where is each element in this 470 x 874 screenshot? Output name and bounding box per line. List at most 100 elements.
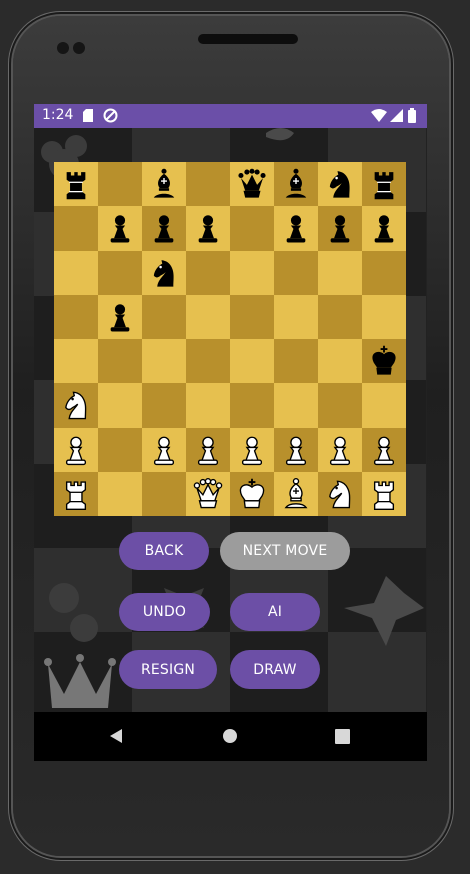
board-square[interactable] [362,339,406,384]
white-rook-icon [65,481,87,510]
board-square[interactable] [186,162,230,207]
wifi-icon [371,109,387,122]
resign-button[interactable]: RESIGN [119,650,217,689]
board-square[interactable] [54,206,98,251]
board-square[interactable] [362,294,406,339]
home-nav-icon[interactable] [222,728,238,744]
board-square[interactable] [54,427,98,472]
board-square[interactable] [274,471,318,516]
board-square[interactable] [362,250,406,295]
board-square[interactable] [142,339,186,384]
black-bishop-icon [153,168,175,198]
board-square[interactable] [186,339,230,384]
white-pawn-icon [65,436,87,465]
board-square[interactable] [98,206,142,251]
camera-dot [57,42,69,54]
board-square[interactable] [318,162,362,207]
board-square[interactable] [230,162,274,207]
board-square[interactable] [54,250,98,295]
back-button[interactable]: BACK [119,532,209,570]
board-square[interactable] [274,294,318,339]
status-time: 1:24 [42,107,74,123]
black-pawn-icon [154,215,174,243]
board-square[interactable] [318,383,362,428]
back-nav-icon[interactable] [108,728,124,744]
board-square[interactable] [318,250,362,295]
white-knight-icon [65,391,87,420]
board-square[interactable] [274,383,318,428]
draw-button[interactable]: DRAW [230,650,320,689]
board-square[interactable] [142,206,186,251]
sd-card-icon [83,109,93,122]
black-bishop-icon [285,168,307,198]
board-square[interactable] [274,339,318,384]
white-pawn-icon [373,436,395,465]
white-rook-icon [373,481,395,510]
board-square[interactable] [318,427,362,472]
white-bishop-icon [284,477,308,509]
board-square[interactable] [362,206,406,251]
ai-button[interactable]: AI [230,593,320,631]
device-screen: 1:24 BACK NEXT MOVE UNDO AI RESIGN DRAW [34,104,427,761]
white-pawn-icon [197,436,219,465]
next-move-button[interactable]: NEXT MOVE [220,532,350,570]
black-pawn-icon [110,304,130,332]
board-square[interactable] [318,294,362,339]
board-square[interactable] [98,162,142,207]
chess-board[interactable] [54,162,406,516]
board-square[interactable] [274,206,318,251]
board-square[interactable] [318,339,362,384]
board-square[interactable] [54,383,98,428]
board-square[interactable] [274,427,318,472]
board-square[interactable] [186,471,230,516]
board-square[interactable] [98,427,142,472]
board-square[interactable] [142,383,186,428]
board-square[interactable] [230,250,274,295]
board-square[interactable] [362,427,406,472]
black-pawn-icon [374,215,394,243]
board-square[interactable] [98,471,142,516]
board-square[interactable] [186,383,230,428]
board-square[interactable] [230,294,274,339]
navigation-bar [34,712,427,761]
white-pawn-icon [285,436,307,465]
black-queen-icon [238,168,266,198]
board-square[interactable] [142,162,186,207]
board-square[interactable] [98,339,142,384]
board-square[interactable] [274,162,318,207]
board-square[interactable] [186,206,230,251]
board-square[interactable] [230,383,274,428]
recents-nav-icon[interactable] [335,729,350,744]
white-pawn-icon [153,436,175,465]
board-square[interactable] [98,250,142,295]
board-square[interactable] [230,206,274,251]
signal-icon [390,109,403,122]
board-square[interactable] [186,250,230,295]
board-square[interactable] [186,427,230,472]
undo-button[interactable]: UNDO [119,593,210,631]
board-square[interactable] [54,471,98,516]
black-pawn-icon [286,215,306,243]
board-square[interactable] [230,427,274,472]
board-square[interactable] [362,471,406,516]
board-square[interactable] [230,339,274,384]
board-square[interactable] [362,383,406,428]
board-square[interactable] [230,471,274,516]
board-square[interactable] [54,294,98,339]
board-square[interactable] [142,471,186,516]
board-square[interactable] [54,339,98,384]
earpiece-speaker [198,34,298,44]
board-square[interactable] [142,250,186,295]
board-square[interactable] [186,294,230,339]
board-square[interactable] [142,294,186,339]
white-king-icon [239,478,265,509]
board-square[interactable] [362,162,406,207]
board-square[interactable] [318,471,362,516]
board-square[interactable] [318,206,362,251]
board-square[interactable] [54,162,98,207]
board-square[interactable] [98,294,142,339]
board-square[interactable] [98,383,142,428]
board-square[interactable] [274,250,318,295]
board-square[interactable] [142,427,186,472]
black-pawn-icon [110,215,130,243]
